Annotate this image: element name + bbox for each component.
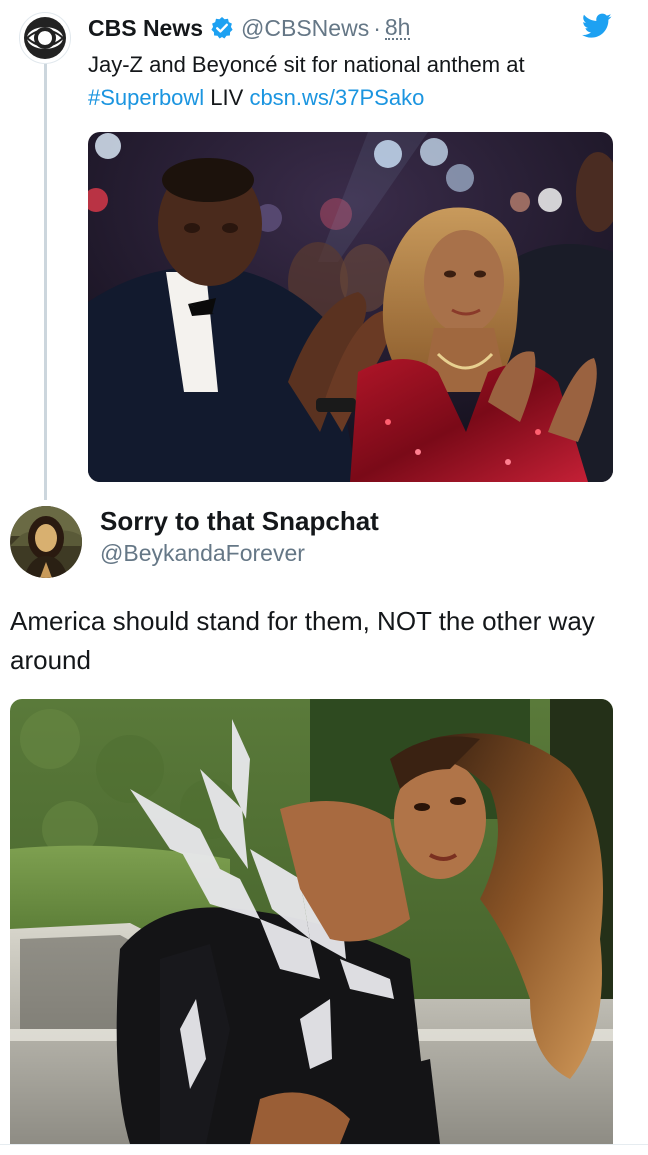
quoted-tweet-text: Jay-Z and Beyoncé sit for national anthe… <box>88 48 618 114</box>
reply-author-handle[interactable]: @BeykandaForever <box>100 540 305 567</box>
tweet-photo[interactable] <box>10 699 613 1144</box>
twitter-bird-icon[interactable] <box>582 13 612 44</box>
url-link[interactable]: cbsn.ws/37PSako <box>249 85 424 110</box>
reply-tweet-text: America should stand for them, NOT the o… <box>10 606 595 675</box>
user-avatar[interactable] <box>10 506 82 578</box>
cbs-avatar[interactable] <box>19 12 71 64</box>
separator-dot: · <box>373 14 381 41</box>
thread-connector-line <box>44 62 47 500</box>
tweet-photo[interactable] <box>88 132 613 482</box>
author-name[interactable]: CBS News <box>88 15 203 42</box>
hashtag-link[interactable]: #Superbowl <box>88 85 204 110</box>
quoted-tweet-header: CBS News @CBSNews · 8h <box>88 12 411 44</box>
tweet-text-segment: LIV <box>204 85 250 110</box>
bottom-divider <box>0 1144 648 1155</box>
tweet-timestamp[interactable]: 8h <box>384 16 411 40</box>
cbs-eye-logo-icon <box>24 17 66 59</box>
reply-author-name[interactable]: Sorry to that Snapchat <box>100 506 379 537</box>
author-handle[interactable]: @CBSNews <box>241 15 369 42</box>
verified-badge-icon <box>210 16 234 40</box>
tweet-text-segment: Jay-Z and Beyoncé sit for national anthe… <box>88 52 525 77</box>
